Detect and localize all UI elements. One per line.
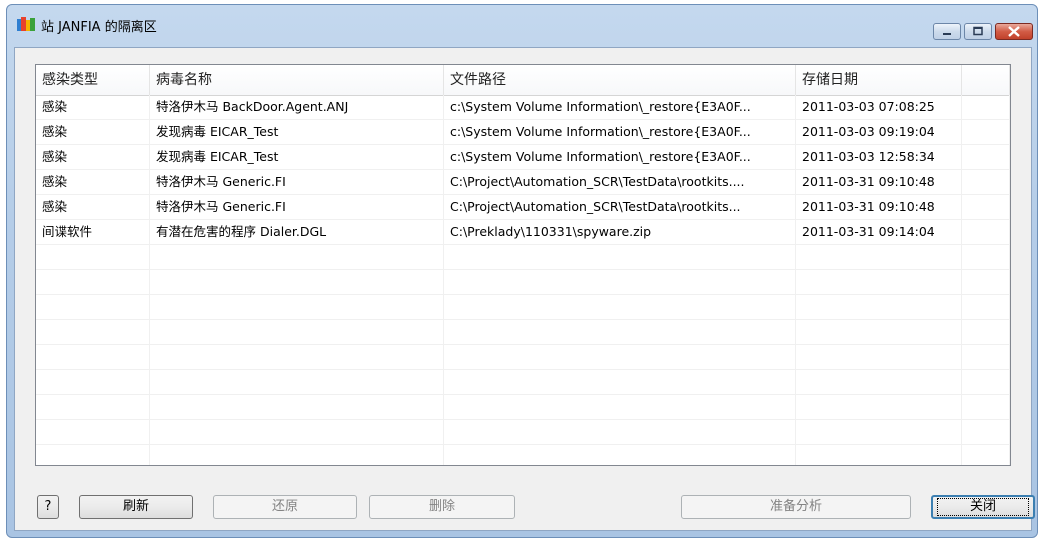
window-title: 站 JANFIA 的隔离区 bbox=[41, 20, 157, 35]
cell-virus-name: 发现病毒 EICAR_Test bbox=[150, 120, 444, 144]
cell-virus-name: 特洛伊木马 BackDoor.Agent.ANJ bbox=[150, 95, 444, 119]
cell-file-path: C:\Preklady\110331\spyware.zip bbox=[444, 220, 796, 244]
empty-row bbox=[36, 345, 1010, 370]
cell-virus-name: 发现病毒 EICAR_Test bbox=[150, 145, 444, 169]
cell-stored-date: 2011-03-31 09:10:48 bbox=[796, 170, 962, 194]
cell-stored-date: 2011-03-03 07:08:25 bbox=[796, 95, 962, 119]
cell-empty bbox=[962, 95, 1010, 119]
minimize-icon bbox=[943, 33, 951, 35]
cell-file-path: c:\System Volume Information\_restore{E3… bbox=[444, 95, 796, 119]
table-row[interactable]: 感染 发现病毒 EICAR_Test c:\System Volume Info… bbox=[36, 120, 1010, 145]
cell-infection-type: 感染 bbox=[36, 170, 150, 194]
quarantine-table: 感染类型 病毒名称 文件路径 存储日期 感染 特洛伊木马 BackDoor.Ag… bbox=[35, 64, 1011, 466]
cell-infection-type: 感染 bbox=[36, 145, 150, 169]
title-bar[interactable]: 站 JANFIA 的隔离区 bbox=[7, 5, 1037, 41]
cell-file-path: c:\System Volume Information\_restore{E3… bbox=[444, 145, 796, 169]
cell-infection-type: 感染 bbox=[36, 95, 150, 119]
close-window-button[interactable] bbox=[995, 23, 1033, 40]
delete-button[interactable]: 删除 bbox=[369, 495, 515, 519]
empty-row bbox=[36, 295, 1010, 320]
table-rows: 感染 特洛伊木马 BackDoor.Agent.ANJ c:\System Vo… bbox=[36, 95, 1010, 465]
minimize-button[interactable] bbox=[933, 23, 961, 40]
table-row[interactable]: 感染 特洛伊木马 Generic.FI C:\Project\Automatio… bbox=[36, 170, 1010, 195]
cell-virus-name: 特洛伊木马 Generic.FI bbox=[150, 195, 444, 219]
quarantine-window: 站 JANFIA 的隔离区 感染类型 病毒名称 文件路径 存储日期 感染 特洛伊… bbox=[6, 4, 1038, 538]
table-header: 感染类型 病毒名称 文件路径 存储日期 bbox=[36, 65, 1010, 96]
cell-stored-date: 2011-03-03 09:19:04 bbox=[796, 120, 962, 144]
avg-logo-icon bbox=[17, 17, 35, 31]
column-header-empty bbox=[962, 65, 1010, 95]
cell-infection-type: 感染 bbox=[36, 195, 150, 219]
column-header-virus-name[interactable]: 病毒名称 bbox=[150, 65, 444, 95]
cell-empty bbox=[962, 145, 1010, 169]
table-row[interactable]: 间谍软件 有潜在危害的程序 Dialer.DGL C:\Preklady\110… bbox=[36, 220, 1010, 245]
close-button[interactable]: 关闭 bbox=[931, 495, 1035, 519]
empty-row bbox=[36, 245, 1010, 270]
close-button-label: 关闭 bbox=[937, 498, 1029, 516]
cell-empty bbox=[962, 195, 1010, 219]
empty-row bbox=[36, 420, 1010, 445]
table-row[interactable]: 感染 特洛伊木马 Generic.FI C:\Project\Automatio… bbox=[36, 195, 1010, 220]
maximize-button[interactable] bbox=[964, 23, 992, 40]
column-header-infection-type[interactable]: 感染类型 bbox=[36, 65, 150, 95]
cell-virus-name: 特洛伊木马 Generic.FI bbox=[150, 170, 444, 194]
column-header-file-path[interactable]: 文件路径 bbox=[444, 65, 796, 95]
table-row[interactable]: 感染 特洛伊木马 BackDoor.Agent.ANJ c:\System Vo… bbox=[36, 95, 1010, 120]
cell-stored-date: 2011-03-31 09:14:04 bbox=[796, 220, 962, 244]
cell-stored-date: 2011-03-31 09:10:48 bbox=[796, 195, 962, 219]
restore-button[interactable]: 还原 bbox=[213, 495, 357, 519]
cell-empty bbox=[962, 120, 1010, 144]
column-header-stored-date[interactable]: 存储日期 bbox=[796, 65, 962, 95]
empty-row bbox=[36, 270, 1010, 295]
cell-infection-type: 感染 bbox=[36, 120, 150, 144]
table-row[interactable]: 感染 发现病毒 EICAR_Test c:\System Volume Info… bbox=[36, 145, 1010, 170]
empty-row bbox=[36, 445, 1010, 465]
cell-virus-name: 有潜在危害的程序 Dialer.DGL bbox=[150, 220, 444, 244]
window-controls bbox=[933, 23, 1033, 40]
cell-stored-date: 2011-03-03 12:58:34 bbox=[796, 145, 962, 169]
cell-infection-type: 间谍软件 bbox=[36, 220, 150, 244]
empty-row bbox=[36, 395, 1010, 420]
help-button[interactable]: ? bbox=[37, 495, 59, 519]
cell-file-path: c:\System Volume Information\_restore{E3… bbox=[444, 120, 796, 144]
empty-row bbox=[36, 320, 1010, 345]
cell-file-path: C:\Project\Automation_SCR\TestData\rootk… bbox=[444, 195, 796, 219]
empty-row bbox=[36, 370, 1010, 395]
dialog-body: 感染类型 病毒名称 文件路径 存储日期 感染 特洛伊木马 BackDoor.Ag… bbox=[14, 47, 1035, 531]
maximize-icon bbox=[973, 26, 983, 36]
cell-empty bbox=[962, 220, 1010, 244]
cell-file-path: C:\Project\Automation_SCR\TestData\rootk… bbox=[444, 170, 796, 194]
cell-empty bbox=[962, 170, 1010, 194]
refresh-button[interactable]: 刷新 bbox=[79, 495, 193, 519]
close-icon bbox=[1008, 26, 1020, 37]
prepare-analysis-button[interactable]: 准备分析 bbox=[681, 495, 911, 519]
